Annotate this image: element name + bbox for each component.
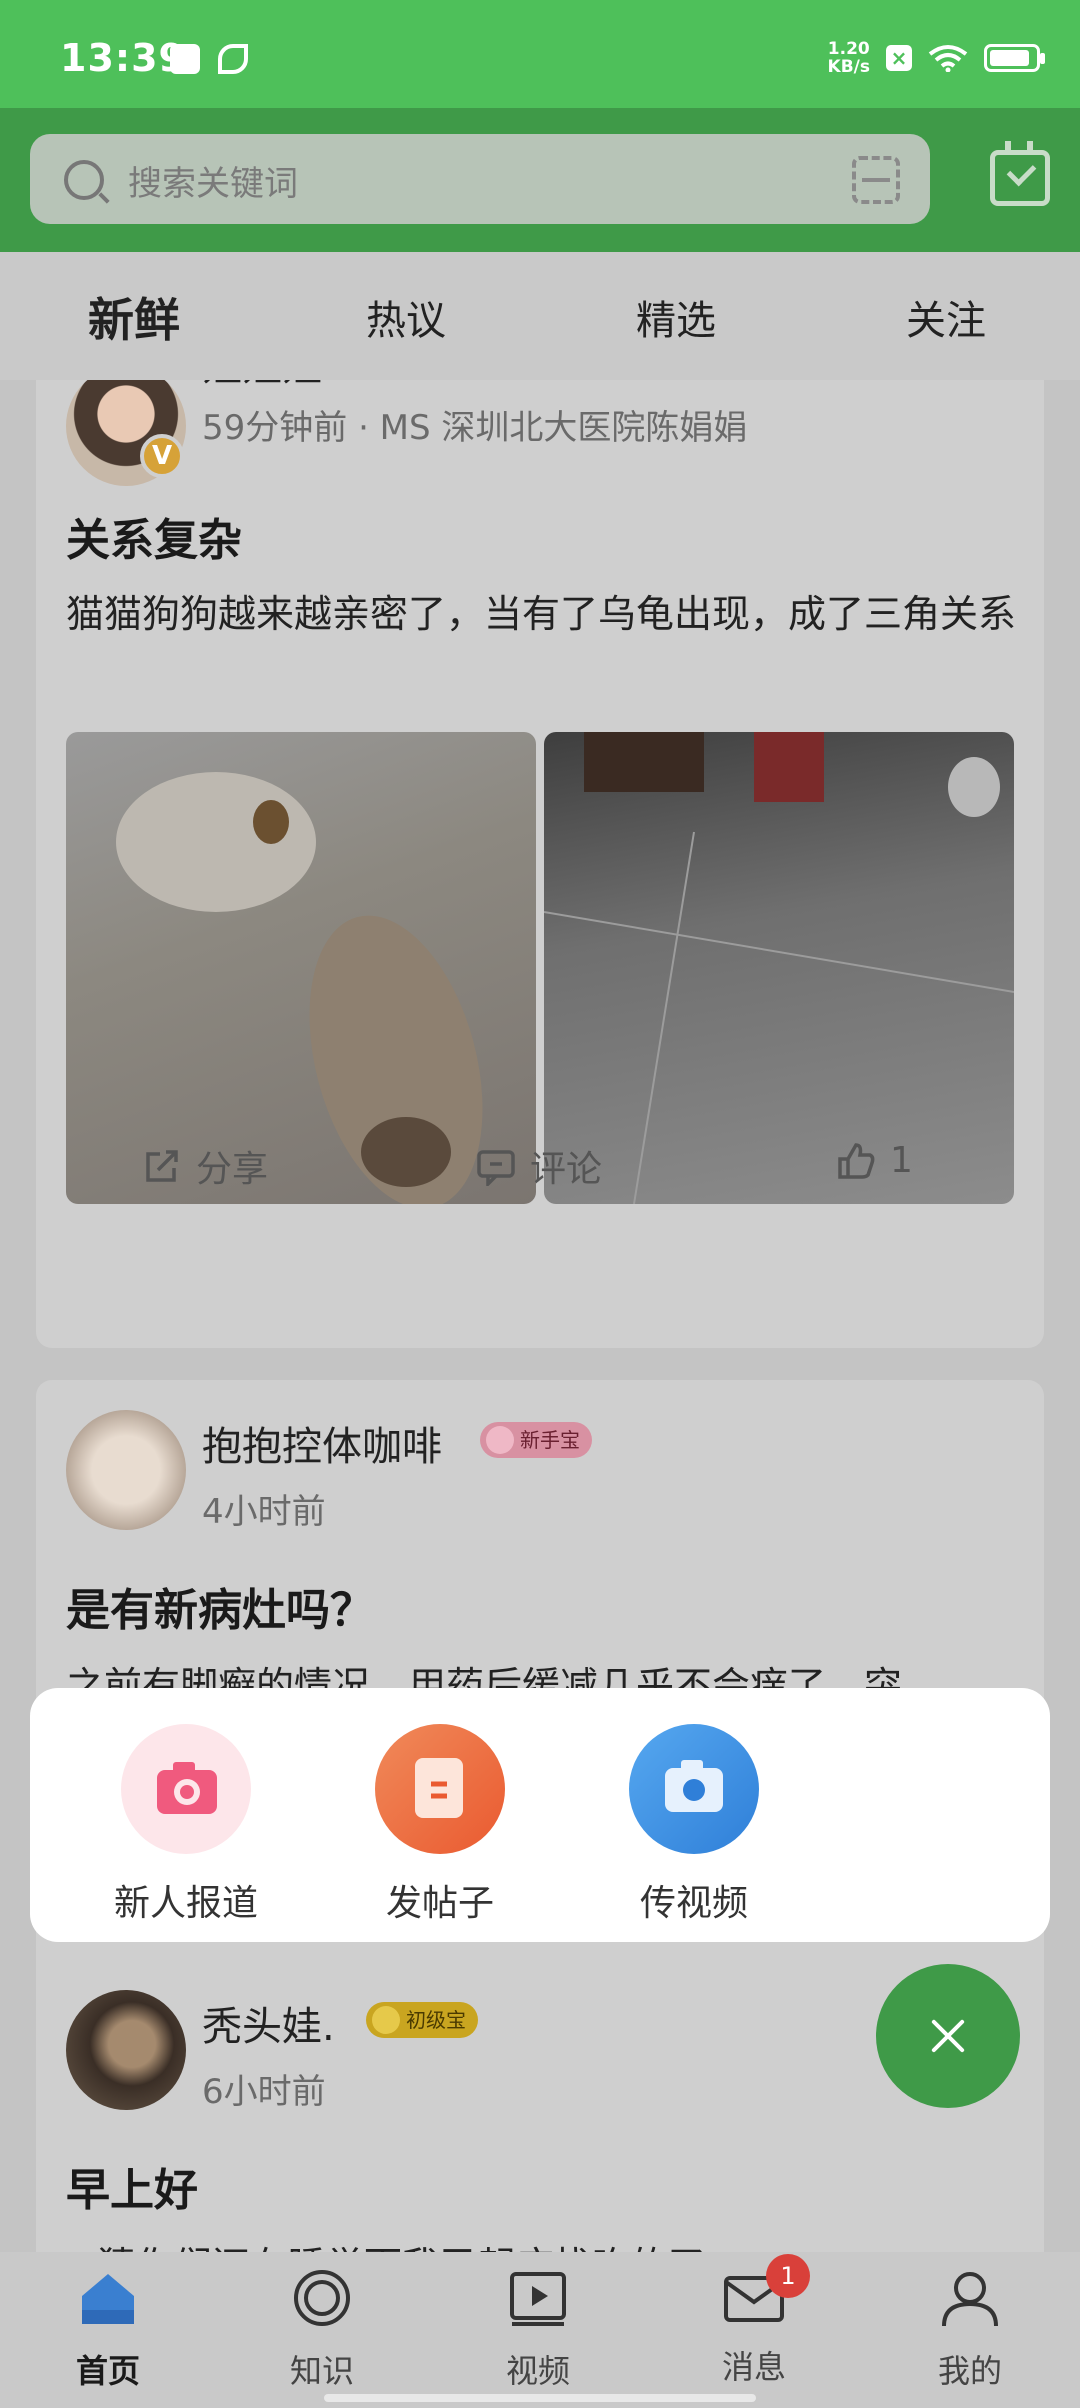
- post-meta: 59分钟前 · MS 深圳北大医院陈娟娟: [202, 408, 748, 448]
- post-title[interactable]: 是有新病灶吗？: [66, 1574, 374, 1638]
- comment-button[interactable]: 评论: [476, 1140, 602, 1192]
- nav-video[interactable]: 视频: [478, 2266, 598, 2392]
- newcomer-report-label: 新人报道: [113, 1883, 258, 1924]
- home-icon: [82, 2274, 134, 2324]
- nav-profile[interactable]: 我的: [910, 2266, 1030, 2392]
- status-bar: 13:39 1.20 KB/s ×: [0, 0, 1080, 108]
- video-camera-icon: [629, 1724, 759, 1854]
- post-username[interactable]: 姐姐姐: [202, 380, 322, 392]
- post-title[interactable]: 关系复杂: [66, 504, 242, 568]
- post-username[interactable]: 抱抱控体咖啡: [202, 1414, 442, 1472]
- share-button[interactable]: 分享: [142, 1140, 268, 1192]
- camera-icon: [121, 1724, 251, 1854]
- newcomer-report-button[interactable]: 新人报道: [86, 1724, 286, 1926]
- level-badge: 初级宝: [366, 2002, 478, 2038]
- nav-knowledge[interactable]: 知识: [262, 2266, 382, 2392]
- search-placeholder: 搜索关键词: [128, 164, 298, 204]
- knowledge-icon: [294, 2270, 350, 2326]
- tab-featured[interactable]: 精选: [636, 288, 716, 346]
- avatar[interactable]: [66, 1990, 186, 2110]
- message-notification-icon: [170, 44, 200, 74]
- nav-home[interactable]: 首页: [48, 2266, 168, 2392]
- avatar[interactable]: [66, 1410, 186, 1530]
- post-body[interactable]: ~猜你们还在睡觉而我已起床找吃的了: [66, 2240, 1026, 2252]
- nav-messages[interactable]: 1 消息: [694, 2254, 814, 2388]
- profile-icon: [942, 2272, 998, 2327]
- status-notification-icons: [170, 44, 248, 74]
- create-post-popup: 新人报道 发帖子 传视频: [30, 1688, 1050, 1942]
- create-post-label: 发帖子: [385, 1883, 494, 1924]
- post-card[interactable]: 姐姐姐 V 59分钟前 · MS 深圳北大医院陈娟娟 关系复杂 猫猫狗狗越来越亲…: [36, 380, 1044, 1348]
- feed-tabs: 新鲜 热议 精选 关注: [0, 252, 1080, 380]
- post-image[interactable]: [544, 732, 1014, 1204]
- post-title[interactable]: 早上好: [66, 2154, 198, 2218]
- post-body[interactable]: 猫猫狗狗越来越亲密了，当有了乌龟出现，成了三角关系: [66, 588, 1026, 640]
- level-badge: 新手宝: [480, 1422, 592, 1458]
- search-icon: [64, 160, 104, 200]
- post-actions: 分享 评论 1: [36, 1140, 1044, 1200]
- post-meta: 4小时前: [202, 1492, 326, 1532]
- battery-icon: [984, 44, 1045, 72]
- message-count-badge: 1: [766, 2254, 810, 2298]
- post-icon: [375, 1724, 505, 1854]
- create-post-button[interactable]: 发帖子: [340, 1724, 540, 1926]
- scan-icon[interactable]: [852, 156, 900, 204]
- tab-fresh[interactable]: 新鲜: [88, 284, 180, 350]
- wifi-icon: [928, 45, 968, 72]
- app-notification-icon: [218, 44, 248, 74]
- like-button[interactable]: 1: [836, 1140, 913, 1181]
- thumbs-up-icon: [838, 1142, 875, 1179]
- pets-photo-icon: [116, 772, 483, 1204]
- status-time: 13:39: [60, 36, 186, 80]
- search-header: 搜索关键词: [0, 108, 1080, 252]
- close-menu-button[interactable]: [876, 1964, 1020, 2108]
- no-sim-icon: ×: [886, 45, 912, 71]
- status-right-icons: 1.20 KB/s ×: [827, 39, 1045, 77]
- level-badge-icon: [372, 2006, 400, 2034]
- upload-video-button[interactable]: 传视频: [594, 1724, 794, 1926]
- home-indicator: [324, 2394, 756, 2402]
- check-in-calendar-icon[interactable]: [990, 141, 1050, 206]
- network-speed: 1.20 KB/s: [827, 39, 870, 77]
- tab-following[interactable]: 关注: [906, 288, 986, 346]
- search-input[interactable]: 搜索关键词: [30, 134, 930, 224]
- tab-hot[interactable]: 热议: [366, 288, 446, 346]
- comment-icon: [477, 1150, 515, 1186]
- share-icon: [146, 1150, 178, 1182]
- upload-video-label: 传视频: [639, 1883, 748, 1924]
- level-badge-icon: [486, 1426, 514, 1454]
- video-icon: [510, 2272, 566, 2326]
- bottom-nav: 首页 知识 视频 1 消息 我的: [0, 2252, 1080, 2408]
- post-username[interactable]: 秃头娃.: [202, 1994, 335, 2052]
- floor-photo-icon: [544, 732, 1014, 1204]
- post-image[interactable]: [66, 732, 536, 1204]
- post-meta: 6小时前: [202, 2072, 326, 2112]
- verified-badge-icon: V: [140, 434, 184, 478]
